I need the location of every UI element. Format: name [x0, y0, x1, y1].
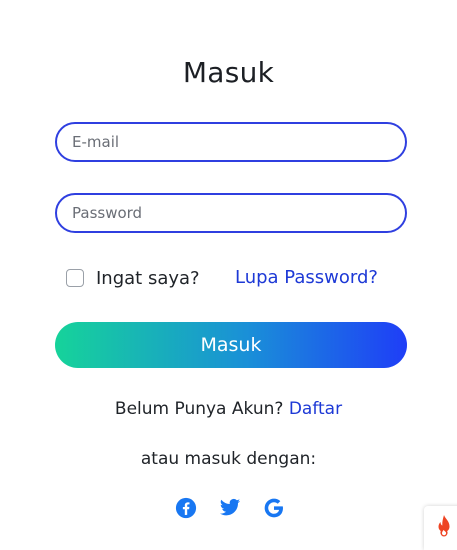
remember-me[interactable]: Ingat saya?: [66, 266, 200, 290]
password-field[interactable]: [55, 193, 407, 233]
login-button[interactable]: Masuk: [55, 322, 407, 368]
password-input[interactable]: [57, 195, 405, 231]
remember-checkbox[interactable]: [66, 269, 84, 287]
google-icon[interactable]: [262, 496, 286, 520]
login-page: Masuk Ingat saya? Lupa Password? Masuk B…: [0, 0, 457, 550]
facebook-icon[interactable]: [174, 496, 198, 520]
page-title: Masuk: [182, 56, 275, 89]
email-input[interactable]: [57, 124, 405, 160]
social-login-buttons: [174, 496, 286, 520]
twitter-icon[interactable]: [218, 496, 242, 520]
corner-badge[interactable]: [424, 506, 457, 550]
remember-label: Ingat saya?: [96, 267, 200, 289]
register-prompt-text: Belum Punya Akun?: [114, 399, 284, 419]
social-login-prompt: atau masuk dengan:: [140, 449, 317, 469]
email-field[interactable]: [55, 122, 407, 162]
register-link[interactable]: Daftar: [289, 399, 342, 419]
register-prompt-row: Belum Punya Akun? Daftar: [0, 399, 457, 419]
flame-icon: [436, 515, 452, 541]
forgot-password-link[interactable]: Lupa Password?: [235, 266, 378, 290]
